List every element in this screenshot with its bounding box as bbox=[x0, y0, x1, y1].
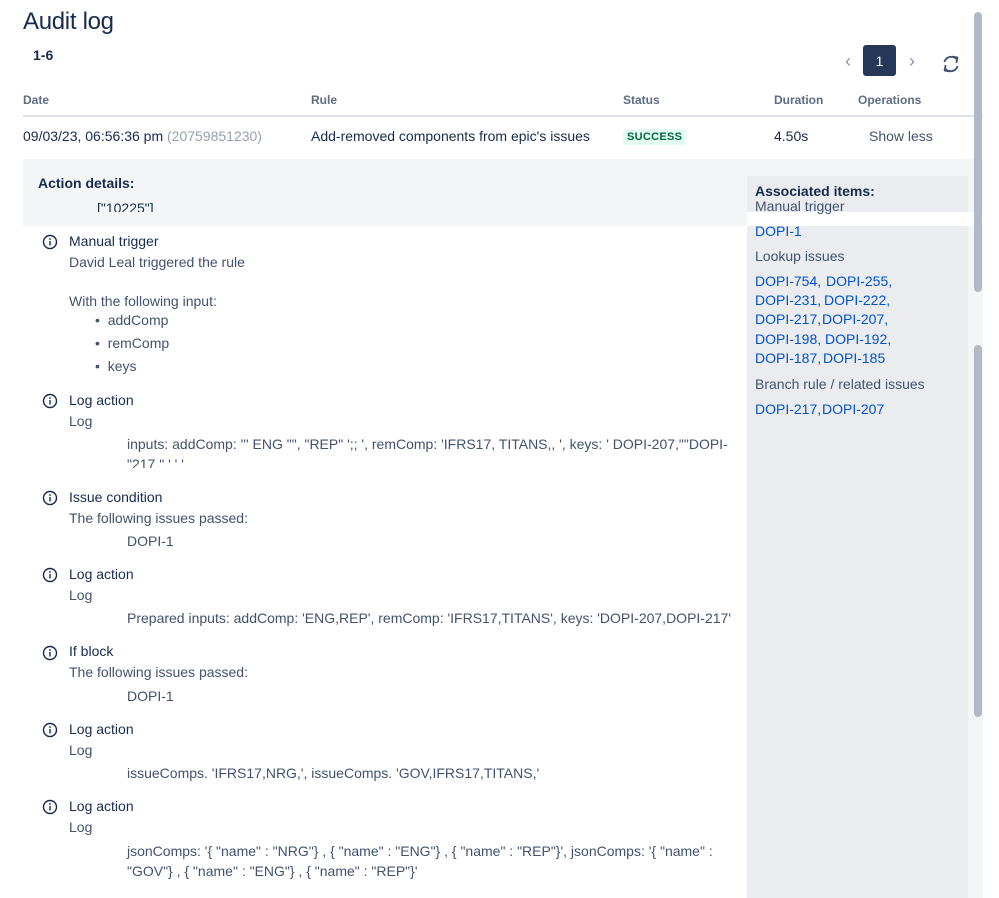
entry-detail: inputs: addComp: ''' ENG "", "REP" ';; '… bbox=[127, 436, 728, 452]
entry-text: Log bbox=[69, 819, 93, 835]
entry-detail: Prepared inputs: addComp: 'ENG,REP', rem… bbox=[127, 610, 731, 626]
chevron-right-icon[interactable]: › bbox=[902, 50, 922, 72]
issue-link[interactable]: DOPI-187, bbox=[755, 350, 821, 366]
page-button-1[interactable]: 1 bbox=[863, 45, 896, 76]
action-details-value: ["10225"] bbox=[97, 200, 154, 212]
lookup-issues-label: Lookup issues bbox=[755, 248, 845, 264]
chevron-left-icon[interactable]: ‹ bbox=[838, 50, 858, 72]
info-icon bbox=[42, 393, 58, 409]
entry-text: Log bbox=[69, 587, 93, 603]
entry-text: The following issues passed: bbox=[69, 510, 248, 526]
entry-title: Log action bbox=[69, 721, 134, 737]
info-icon bbox=[42, 799, 58, 815]
column-header-date: Date bbox=[23, 93, 50, 107]
entry-text: With the following input: bbox=[69, 293, 217, 309]
info-icon bbox=[42, 645, 58, 661]
column-header-operations: Operations bbox=[858, 93, 922, 107]
issue-link[interactable]: DOPI-217, bbox=[755, 401, 821, 417]
entry-detail: DOPI-1 bbox=[127, 688, 174, 704]
entry-title: Log action bbox=[69, 392, 134, 408]
column-header-status: Status bbox=[623, 93, 660, 107]
entry-detail: "217 " ' ' ' bbox=[127, 456, 184, 468]
entry-text: Log bbox=[69, 742, 93, 758]
action-details-label: Action details: bbox=[38, 175, 135, 191]
associated-items-title: Associated items: bbox=[755, 183, 875, 199]
issue-link[interactable]: DOPI-231, bbox=[755, 292, 821, 308]
row-id: (20759851230) bbox=[167, 128, 262, 144]
page-title: Audit log bbox=[23, 8, 114, 35]
entry-detail: issueComps. 'IFRS17,NRG,', issueComps. '… bbox=[127, 765, 540, 781]
issue-link[interactable]: DOPI-754, bbox=[755, 273, 821, 289]
row-duration: 4.50s bbox=[774, 128, 809, 144]
entry-title: Log action bbox=[69, 566, 134, 582]
entry-title: Log action bbox=[69, 798, 134, 814]
row-date: 09/03/23, 06:56:36 pm (20759851230) bbox=[23, 128, 262, 144]
refresh-icon[interactable] bbox=[940, 53, 962, 75]
entry-text: The following issues passed: bbox=[69, 664, 248, 680]
info-icon bbox=[42, 567, 58, 583]
entry-detail: jsonComps: '{ "name" : "NRG"} , { "name"… bbox=[127, 843, 713, 859]
associated-manual-trigger-label: Manual trigger bbox=[755, 198, 845, 214]
list-item: • addComp bbox=[95, 312, 169, 328]
entry-title: If block bbox=[69, 643, 114, 659]
info-icon bbox=[42, 722, 58, 738]
scrollbar-thumb[interactable] bbox=[974, 345, 982, 717]
entry-detail: DOPI-1 bbox=[127, 533, 174, 549]
issue-link[interactable]: DOPI-1 bbox=[755, 223, 802, 239]
issue-link[interactable]: DOPI-255, bbox=[826, 273, 892, 289]
issue-link[interactable]: DOPI-222, bbox=[824, 292, 890, 308]
issue-link[interactable]: DOPI-185 bbox=[823, 350, 885, 366]
status-badge: SUCCESS bbox=[623, 129, 687, 145]
branch-rule-label: Branch rule / related issues bbox=[755, 376, 925, 392]
list-item: • keys bbox=[95, 358, 137, 374]
issue-link[interactable]: DOPI-207, bbox=[822, 311, 888, 327]
show-less-button[interactable]: Show less bbox=[869, 128, 933, 144]
issue-link[interactable]: DOPI-217, bbox=[755, 311, 821, 327]
issue-link[interactable]: DOPI-207 bbox=[822, 401, 884, 417]
entry-text: Log bbox=[69, 413, 93, 429]
entry-text: David Leal triggered the rule bbox=[69, 254, 245, 270]
header-divider bbox=[23, 115, 983, 117]
column-header-rule: Rule bbox=[311, 93, 338, 107]
entry-title: Manual trigger bbox=[69, 233, 159, 249]
column-header-duration: Duration bbox=[774, 93, 824, 107]
row-rule: Add-removed components from epic's issue… bbox=[311, 128, 590, 144]
entry-title: Issue condition bbox=[69, 489, 163, 505]
row-date-text: 09/03/23, 06:56:36 pm bbox=[23, 128, 164, 144]
issue-link[interactable]: DOPI-198, bbox=[755, 331, 821, 347]
info-icon bbox=[42, 234, 58, 250]
scrollbar-thumb[interactable] bbox=[974, 12, 982, 292]
issue-link[interactable]: DOPI-192, bbox=[825, 331, 891, 347]
info-icon bbox=[42, 490, 58, 506]
result-range: 1-6 bbox=[33, 47, 54, 63]
entry-detail: "GOV"} , { "name" : "ENG"} , { "name" : … bbox=[127, 863, 418, 879]
list-item: • remComp bbox=[95, 335, 170, 351]
